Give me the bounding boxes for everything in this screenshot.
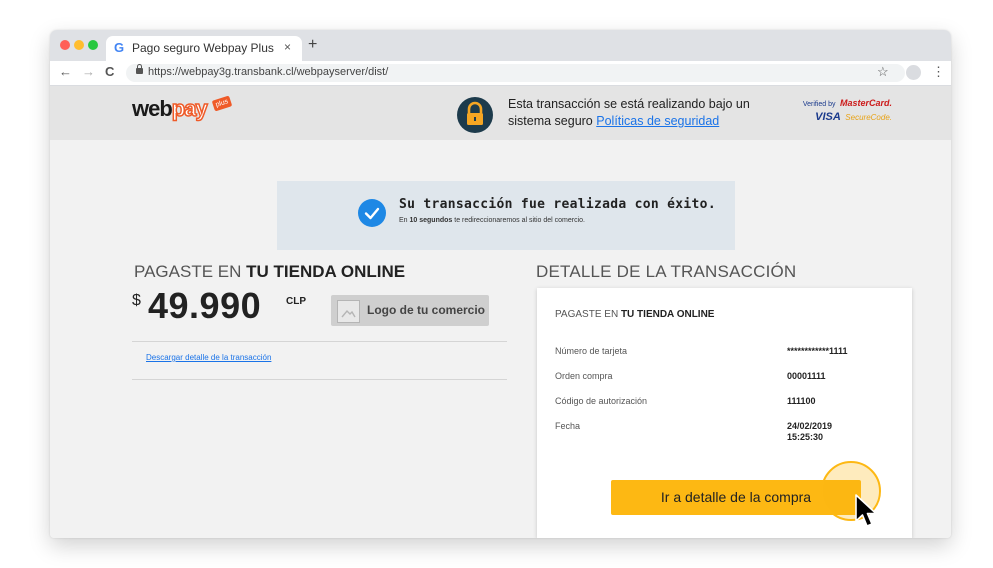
- maximize-window-button[interactable]: [88, 40, 98, 50]
- checkmark-icon: [358, 199, 386, 227]
- card-title: PAGASTE EN TU TIENDA ONLINE: [555, 309, 715, 320]
- security-policy-link[interactable]: Políticas de seguridad: [596, 114, 719, 128]
- forward-arrow-icon[interactable]: →: [82, 64, 95, 79]
- divider: [132, 341, 507, 342]
- download-detail-link[interactable]: Descargar detalle de la transacción: [146, 353, 271, 362]
- security-notice: Esta transacción se está realizando bajo…: [508, 96, 768, 130]
- tab-title: Pago seguro Webpay Plus: [132, 41, 274, 55]
- date-label: Fecha: [555, 421, 581, 431]
- new-tab-icon[interactable]: +: [308, 36, 317, 54]
- currency-symbol: $: [132, 292, 141, 309]
- page-header: webpay plus Esta transacción se está rea…: [50, 86, 951, 140]
- order-value: 00001111: [787, 371, 826, 381]
- card-security-badges: Verified by MasterCard. VISA SecureCode.: [796, 96, 892, 123]
- url-field[interactable]: https://webpay3g.transbank.cl/webpayserv…: [126, 64, 905, 82]
- back-arrow-icon[interactable]: ←: [59, 64, 72, 79]
- order-label: Orden compra: [555, 371, 613, 381]
- merchant-logo-placeholder: Logo de tu comercio: [331, 295, 489, 326]
- transaction-detail-card: PAGASTE EN TU TIENDA ONLINE Número de ta…: [537, 288, 912, 538]
- browser-window: G Pago seguro Webpay Plus × + ← → C http…: [50, 30, 951, 538]
- padlock-icon: [136, 64, 143, 74]
- auth-code-label: Código de autorización: [555, 396, 648, 406]
- tab-bar: G Pago seguro Webpay Plus × +: [50, 30, 951, 61]
- success-title: Su transacción fue realizada con éxito.: [399, 197, 716, 212]
- card-number-label: Número de tarjeta: [555, 346, 628, 356]
- profile-avatar-icon[interactable]: [906, 65, 921, 80]
- reload-icon[interactable]: C: [105, 64, 114, 79]
- auth-code-value: 111100: [787, 396, 816, 406]
- bookmark-star-icon[interactable]: ☆: [877, 64, 889, 80]
- browser-menu-icon[interactable]: ⋮: [932, 64, 945, 80]
- mastercard-logo: MasterCard.: [839, 98, 892, 108]
- image-placeholder-icon: [337, 300, 360, 323]
- time-value: 15:25:30: [787, 432, 824, 442]
- close-window-button[interactable]: [60, 40, 70, 50]
- tab-close-icon[interactable]: ×: [284, 40, 291, 54]
- url-text: https://webpay3g.transbank.cl/webpayserv…: [148, 66, 389, 78]
- address-bar-row: ← → C https://webpay3g.transbank.cl/webp…: [50, 61, 951, 86]
- payment-heading: PAGASTE EN TU TIENDA ONLINE: [134, 262, 406, 281]
- security-lock-icon: [457, 97, 493, 133]
- currency-code: CLP: [286, 296, 306, 307]
- mouse-pointer-icon: [855, 494, 877, 527]
- verified-by-label: Verified by: [802, 101, 836, 108]
- securecode-logo: SecureCode.: [845, 113, 892, 122]
- amount-value: 49.990: [148, 285, 262, 326]
- google-favicon-icon: G: [114, 40, 125, 55]
- redirect-notice: En 10 segundos te redireccionaremos al s…: [399, 217, 585, 224]
- date-value: 24/02/2019: [787, 421, 833, 431]
- minimize-window-button[interactable]: [74, 40, 84, 50]
- webpay-plus-badge: plus: [211, 95, 233, 112]
- webpay-logo: webpay: [132, 95, 208, 122]
- visa-logo: VISA: [815, 111, 841, 123]
- browser-tab[interactable]: G Pago seguro Webpay Plus ×: [106, 36, 302, 61]
- detail-heading: DETALLE DE LA TRANSACCIÓN: [536, 262, 797, 281]
- divider: [132, 379, 507, 380]
- page-content: webpay plus Esta transacción se está rea…: [50, 86, 951, 538]
- card-number-value: ************1111: [787, 346, 848, 356]
- merchant-logo-label: Logo de tu comercio: [367, 303, 486, 317]
- success-banner: Su transacción fue realizada con éxito. …: [277, 181, 735, 250]
